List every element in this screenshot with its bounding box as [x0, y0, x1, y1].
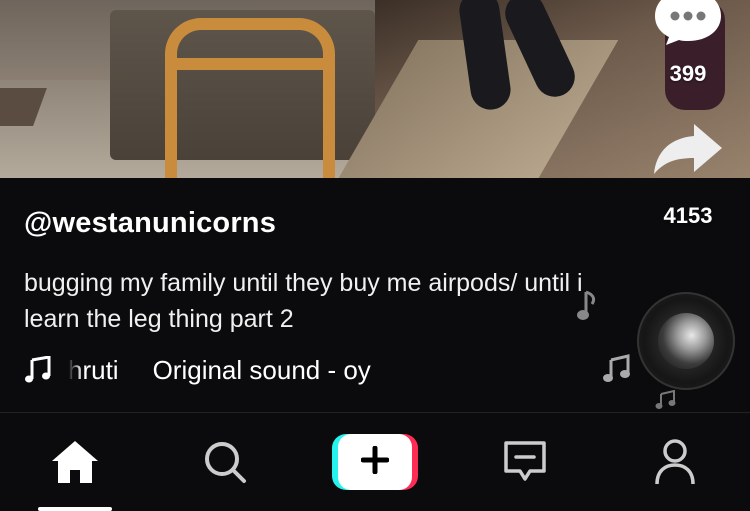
floating-note-icon: [602, 354, 632, 389]
plus-icon: [360, 445, 390, 479]
comment-button[interactable]: 399: [640, 0, 736, 87]
comment-count: 399: [669, 61, 707, 86]
author-username[interactable]: @westanunicorns: [24, 207, 276, 240]
comment-bubble-icon[interactable]: [653, 0, 723, 51]
sound-title: Original sound - oy: [152, 354, 371, 385]
bottom-tab-bar: [0, 413, 750, 511]
video-caption: bugging my family until they buy me airp…: [24, 269, 583, 333]
tab-inbox[interactable]: [495, 437, 555, 491]
sound-cover-image: [658, 313, 714, 369]
tab-home[interactable]: [45, 437, 105, 491]
sound-info[interactable]: hruti Original sound - oy: [24, 352, 424, 388]
create-white-layer: [338, 434, 412, 490]
share-count: 4153: [663, 203, 713, 228]
inbox-message-icon: [502, 439, 548, 490]
home-icon: [50, 439, 100, 490]
tab-discover[interactable]: [195, 437, 255, 491]
music-note-icon: [24, 355, 52, 384]
search-icon: [203, 440, 247, 489]
tab-profile[interactable]: [645, 437, 705, 491]
active-tab-indicator: [38, 507, 112, 511]
video-left-frame: [0, 0, 375, 178]
video-player[interactable]: [0, 0, 750, 178]
person-icon: [654, 438, 696, 491]
spinning-record-disc[interactable]: [637, 292, 735, 390]
share-button[interactable]: 4153: [640, 120, 736, 229]
create-button[interactable]: [332, 434, 418, 490]
sound-marquee: hruti Original sound - oy: [68, 355, 371, 386]
chair-shape: [165, 18, 335, 178]
share-arrow-icon[interactable]: [652, 120, 724, 183]
sound-author: hruti: [68, 354, 119, 385]
floating-note-icon: [576, 290, 598, 327]
chair-rail-shape: [165, 58, 335, 70]
